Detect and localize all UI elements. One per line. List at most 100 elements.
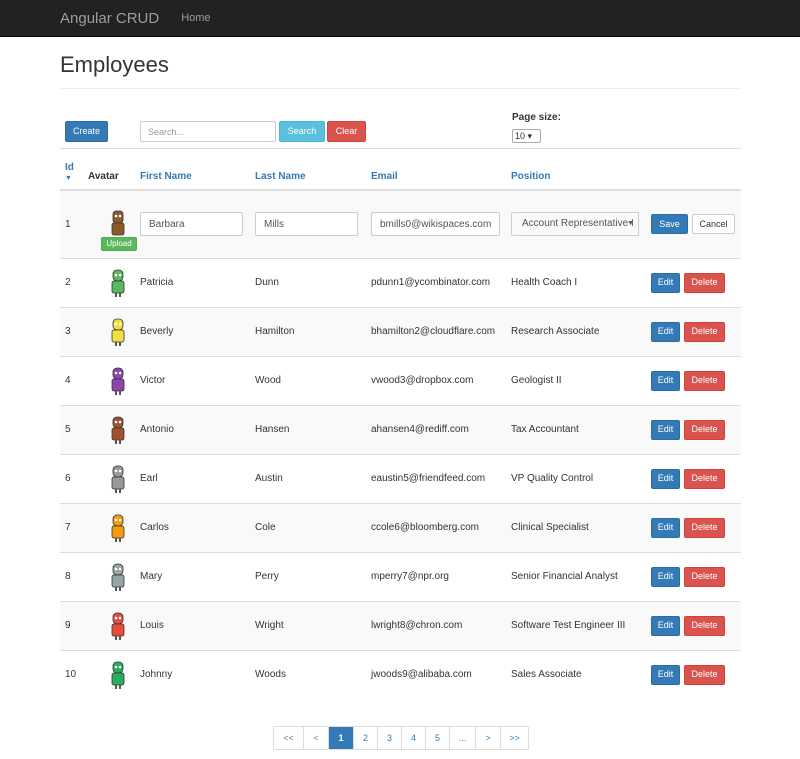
- delete-button[interactable]: Delete: [684, 517, 725, 538]
- employees-table: Id ▼ Avatar First Name Last Name Email Po…: [60, 149, 741, 699]
- cell-actions: Edit Delete: [646, 600, 741, 650]
- delete-button[interactable]: Delete: [684, 370, 725, 391]
- save-button[interactable]: Save: [651, 214, 688, 235]
- edit-button[interactable]: Edit: [651, 517, 680, 538]
- delete-button[interactable]: Delete: [684, 419, 725, 440]
- cell-actions: Edit Delete: [646, 502, 741, 552]
- robot-avatar-icon: [111, 661, 125, 689]
- pagination-first[interactable]: <<: [274, 727, 303, 749]
- cancel-button[interactable]: Cancel: [692, 214, 735, 235]
- pagination-page-2[interactable]: 2: [353, 727, 377, 749]
- cell-avatar: [83, 306, 135, 356]
- table-row: 4 Victor Wood vwood3@dropbox.com Geologist I…: [60, 355, 741, 405]
- position-select-value: Account Representative I: [522, 218, 634, 230]
- cell-position: Clinical Specialist: [506, 502, 646, 552]
- cell-position: Software Test Engineer III: [506, 600, 646, 650]
- cell-position: Health Coach I: [506, 257, 646, 307]
- pagination-ellipsis: ...: [449, 727, 475, 749]
- col-header-email[interactable]: Email: [366, 149, 506, 191]
- cell-id: 3: [60, 306, 83, 356]
- cell-id: 9: [60, 600, 83, 650]
- upload-button[interactable]: Upload: [101, 237, 137, 251]
- cell-position: Research Associate: [506, 306, 646, 356]
- cell-first-name: Patricia: [135, 257, 250, 307]
- delete-button[interactable]: Delete: [684, 566, 725, 587]
- position-select[interactable]: Account Representative I ▼: [511, 212, 639, 237]
- chevron-down-icon: ▼: [627, 220, 634, 228]
- cell-position: Account Representative I ▼: [506, 189, 646, 258]
- table-row: 9 Louis Wright lwright8@chron.com Software T…: [60, 600, 741, 650]
- cell-last-name: Perry: [250, 551, 366, 601]
- page-size-value: 10: [515, 131, 526, 141]
- edit-button[interactable]: Edit: [651, 419, 680, 440]
- toolbar: Create Search Clear Page size: 10 ▾: [60, 89, 741, 149]
- table-row: 6 Earl Austin eaustin5@friendfeed.com VP Qua…: [60, 453, 741, 503]
- pagination-last[interactable]: >>: [500, 727, 528, 749]
- cell-email: [366, 189, 506, 258]
- cell-position: Sales Associate: [506, 649, 646, 699]
- cell-first-name: Antonio: [135, 404, 250, 454]
- table-row: 8 Mary Perry mperry7@npr.org Senior Financia…: [60, 551, 741, 601]
- delete-button[interactable]: Delete: [684, 272, 725, 293]
- clear-button[interactable]: Clear: [327, 121, 366, 142]
- page-title: Employees: [60, 37, 741, 89]
- first-name-field[interactable]: [140, 212, 243, 237]
- edit-button[interactable]: Edit: [651, 615, 680, 636]
- cell-actions: Edit Delete: [646, 257, 741, 307]
- edit-button[interactable]: Edit: [651, 321, 680, 342]
- cell-id: 7: [60, 502, 83, 552]
- pagination-page-4[interactable]: 4: [401, 727, 425, 749]
- cell-last-name: Hansen: [250, 404, 366, 454]
- edit-button[interactable]: Edit: [651, 664, 680, 685]
- navbar: Angular CRUD Home: [0, 0, 800, 37]
- col-header-last-name[interactable]: Last Name: [250, 149, 366, 191]
- robot-avatar-icon: [111, 612, 125, 640]
- cell-id: 2: [60, 257, 83, 307]
- cell-actions: Edit Delete: [646, 649, 741, 699]
- pagination-next[interactable]: >: [475, 727, 500, 749]
- cell-avatar: [83, 600, 135, 650]
- delete-button[interactable]: Delete: [684, 321, 725, 342]
- robot-avatar-icon: [111, 563, 125, 591]
- cell-id: 6: [60, 453, 83, 503]
- pagination-page-1[interactable]: 1: [328, 727, 353, 749]
- col-header-first-name[interactable]: First Name: [135, 149, 250, 191]
- pagination: << < 1 2 3 4 5 ... > >>: [273, 726, 529, 750]
- delete-button[interactable]: Delete: [684, 615, 725, 636]
- cell-email: lwright8@chron.com: [366, 600, 506, 650]
- cell-avatar: [83, 551, 135, 601]
- create-button[interactable]: Create: [65, 121, 108, 142]
- cell-email: bhamilton2@cloudflare.com: [366, 306, 506, 356]
- navbar-brand[interactable]: Angular CRUD: [60, 10, 159, 27]
- cell-position: Tax Accountant: [506, 404, 646, 454]
- col-header-position[interactable]: Position: [506, 149, 646, 191]
- edit-button[interactable]: Edit: [651, 566, 680, 587]
- cell-actions: Save Cancel: [646, 189, 741, 258]
- pagination-page-5[interactable]: 5: [425, 727, 449, 749]
- last-name-field[interactable]: [255, 212, 358, 237]
- pagination-page-3[interactable]: 3: [377, 727, 401, 749]
- edit-button[interactable]: Edit: [651, 370, 680, 391]
- table-row: 2 Patricia Dunn pdunn1@ycombinator.com Healt…: [60, 257, 741, 307]
- cell-avatar: [83, 453, 135, 503]
- cell-email: vwood3@dropbox.com: [366, 355, 506, 405]
- search-input[interactable]: [140, 121, 276, 142]
- delete-button[interactable]: Delete: [684, 468, 725, 489]
- cell-last-name: Hamilton: [250, 306, 366, 356]
- cell-actions: Edit Delete: [646, 404, 741, 454]
- cell-id: 5: [60, 404, 83, 454]
- edit-button[interactable]: Edit: [651, 468, 680, 489]
- page-size-select[interactable]: 10 ▾: [512, 129, 541, 143]
- main-container: Employees Create Search Clear Page size:…: [60, 37, 741, 750]
- pagination-prev[interactable]: <: [303, 727, 328, 749]
- email-field[interactable]: [371, 212, 500, 237]
- search-button[interactable]: Search: [279, 121, 325, 142]
- col-header-avatar: Avatar: [83, 149, 135, 191]
- cell-first-name: Carlos: [135, 502, 250, 552]
- cell-id: 4: [60, 355, 83, 405]
- col-header-id[interactable]: Id ▼: [60, 149, 83, 191]
- nav-link-home[interactable]: Home: [181, 12, 210, 24]
- delete-button[interactable]: Delete: [684, 664, 725, 685]
- table-row: 5 Antonio Hansen ahansen4@rediff.com Tax Acc…: [60, 404, 741, 454]
- edit-button[interactable]: Edit: [651, 272, 680, 293]
